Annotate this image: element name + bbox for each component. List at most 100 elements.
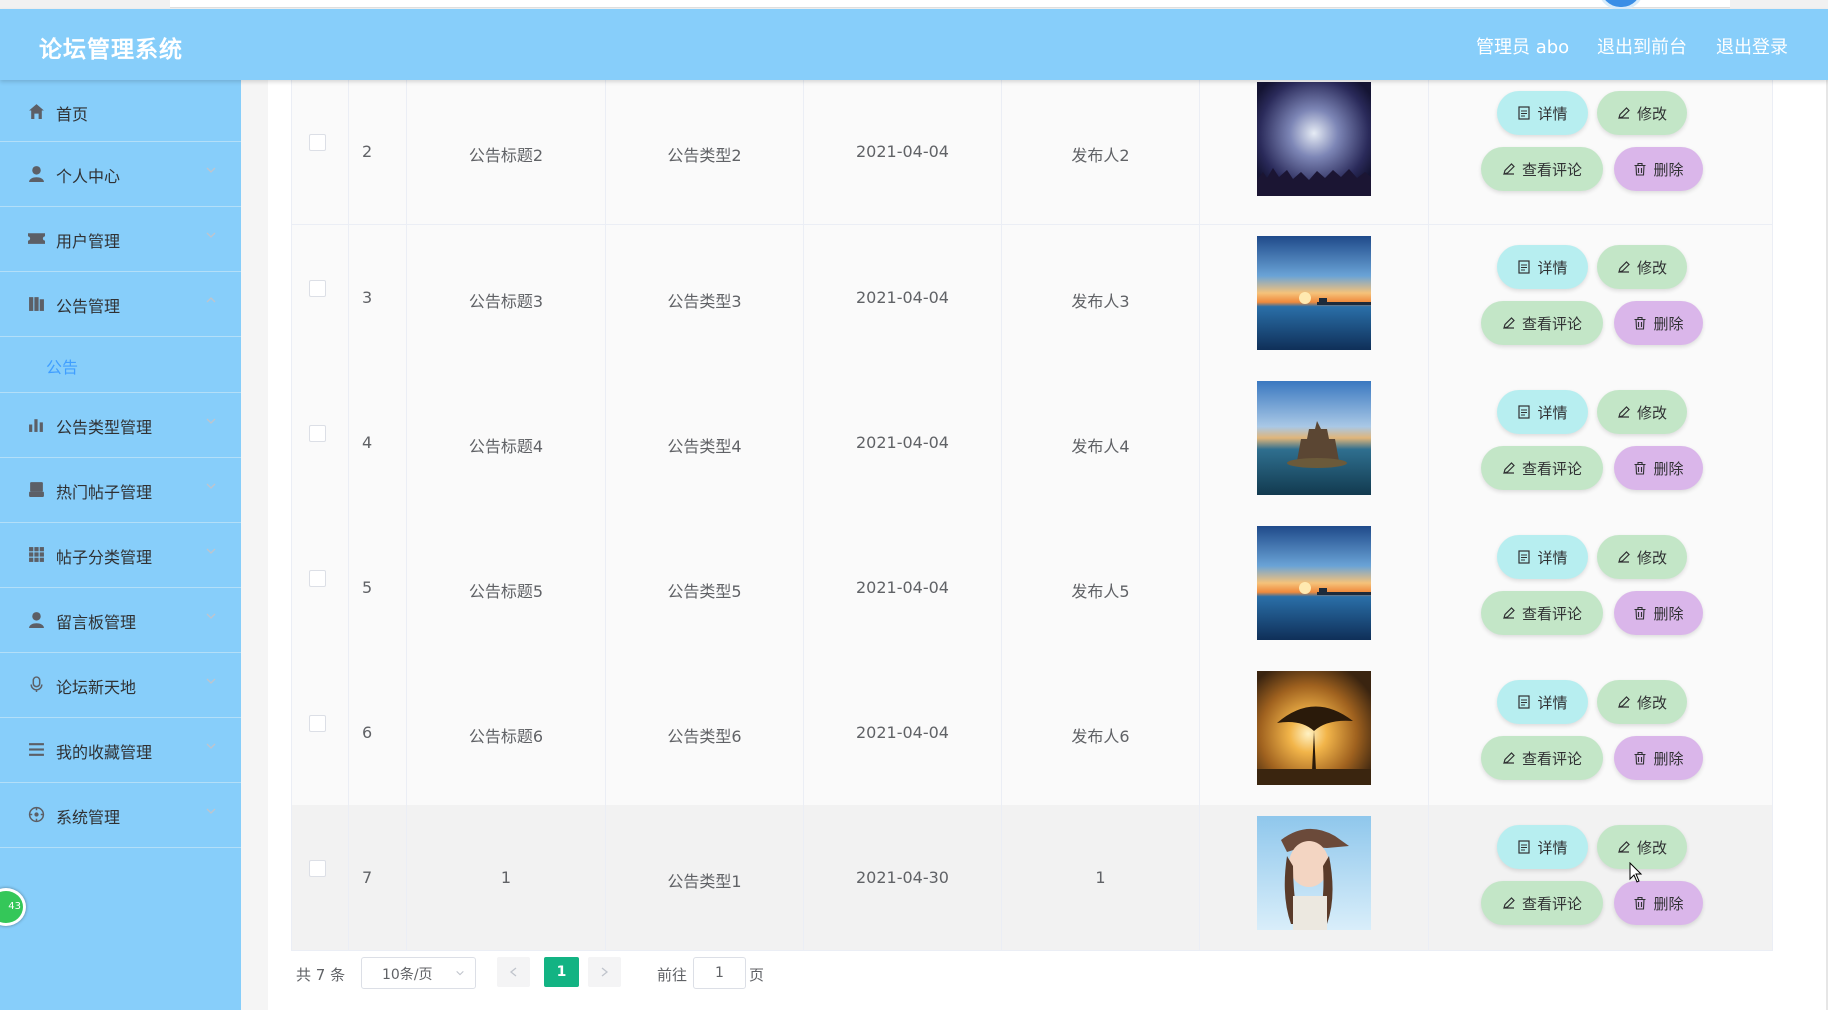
notice-title: 公告标题5 xyxy=(468,582,544,601)
sidebar-item-notice-type-management[interactable]: 公告类型管理 xyxy=(0,393,241,458)
sidebar-item-home[interactable]: 首页 xyxy=(0,80,241,142)
current-page-button[interactable]: 1 xyxy=(544,957,579,987)
detail-button[interactable]: 详情 xyxy=(1497,680,1588,724)
row-checkbox[interactable] xyxy=(309,280,326,297)
sidebar-item-my-favorites-management[interactable]: 我的收藏管理 xyxy=(0,718,241,783)
sidebar-item-user-management[interactable]: 用户管理 xyxy=(0,207,241,272)
row-checkbox[interactable] xyxy=(309,715,326,732)
page-size-select[interactable]: 10条/页 xyxy=(361,957,476,989)
goto-page-input[interactable]: 1 xyxy=(693,957,746,989)
row-checkbox[interactable] xyxy=(309,134,326,151)
view-comments-button[interactable]: 查看评论 xyxy=(1481,301,1603,345)
select-cell xyxy=(291,805,349,950)
pencil-icon xyxy=(1503,317,1515,329)
chevron-down-icon xyxy=(206,613,216,619)
detail-button[interactable]: 详情 xyxy=(1497,535,1588,579)
edit-button[interactable]: 修改 xyxy=(1597,680,1687,724)
chevron-down-icon xyxy=(206,808,216,814)
page-suffix-label: 页 xyxy=(749,966,765,984)
delete-button[interactable]: 删除 xyxy=(1614,147,1703,191)
sidebar-item-post-category-management[interactable]: 帖子分类管理 xyxy=(0,523,241,588)
notice-date: 2021-04-04 xyxy=(856,142,949,161)
exit-to-front-link[interactable]: 退出到前台 xyxy=(1597,33,1687,59)
document-icon xyxy=(1518,106,1531,120)
row-checkbox[interactable] xyxy=(309,860,326,877)
sidebar-item-label: 公告管理 xyxy=(56,297,121,316)
prev-page-button[interactable] xyxy=(497,957,530,987)
notice-thumbnail[interactable] xyxy=(1257,671,1371,785)
edit-button[interactable]: 修改 xyxy=(1597,535,1687,579)
detail-button[interactable]: 详情 xyxy=(1497,390,1588,434)
delete-button[interactable]: 删除 xyxy=(1614,446,1703,490)
notice-type: 公告类型5 xyxy=(667,582,742,601)
book-icon xyxy=(29,297,44,311)
sidebar-item-notice-management[interactable]: 公告管理 xyxy=(0,272,241,337)
detail-button[interactable]: 详情 xyxy=(1497,245,1588,289)
notice-title: 公告标题6 xyxy=(468,727,544,746)
chevron-down-icon xyxy=(206,548,216,554)
view-comments-button[interactable]: 查看评论 xyxy=(1481,591,1603,635)
person-icon xyxy=(29,612,44,628)
document-icon xyxy=(1518,695,1531,709)
sidebar-item-label: 个人中心 xyxy=(56,167,121,186)
notice-publisher: 发布人4 xyxy=(1071,437,1130,456)
grid-icon xyxy=(29,547,44,562)
edit-button-label: 修改 xyxy=(1636,548,1667,567)
date-cell: 2021-04-04 xyxy=(804,370,1002,515)
select-cell xyxy=(291,515,349,660)
notice-thumbnail[interactable] xyxy=(1257,816,1371,930)
notice-thumbnail[interactable] xyxy=(1257,236,1371,350)
pencil-icon xyxy=(1503,607,1515,619)
edit-button[interactable]: 修改 xyxy=(1597,91,1687,135)
app-logo: 论坛管理系统 xyxy=(39,37,183,63)
table-row: 6 公告标题6 公告类型6 2021-04-04 发布人6 详情 修改 查看评论 删除 xyxy=(291,660,1773,806)
notice-date: 2021-04-04 xyxy=(856,288,949,307)
sidebar-item-hot-posts-management[interactable]: 热门帖子管理 xyxy=(0,458,241,523)
browser-top-strip xyxy=(0,0,1828,10)
document-icon xyxy=(1518,260,1531,274)
sidebar-item-forum-world[interactable]: 论坛新天地 xyxy=(0,653,241,718)
view-comments-button[interactable]: 查看评论 xyxy=(1481,446,1603,490)
microphone-icon xyxy=(30,676,43,692)
pencil-icon xyxy=(1503,752,1515,764)
trash-icon xyxy=(1634,461,1646,475)
delete-button[interactable]: 删除 xyxy=(1614,591,1703,635)
delete-button-label: 删除 xyxy=(1653,314,1684,333)
edit-button[interactable]: 修改 xyxy=(1597,245,1687,289)
notice-thumbnail[interactable] xyxy=(1257,381,1371,495)
document-icon xyxy=(1518,550,1531,564)
view-comments-button[interactable]: 查看评论 xyxy=(1481,881,1603,925)
detail-button-label: 详情 xyxy=(1537,838,1568,857)
sidebar-item-personal-center[interactable]: 个人中心 xyxy=(0,142,241,207)
delete-button[interactable]: 删除 xyxy=(1614,881,1703,925)
view-comments-button[interactable]: 查看评论 xyxy=(1481,736,1603,780)
row-checkbox[interactable] xyxy=(309,425,326,442)
delete-button-label: 删除 xyxy=(1653,894,1684,913)
sidebar-subitem-notice[interactable]: 公告 xyxy=(0,337,241,393)
table-row: 4 公告标题4 公告类型4 2021-04-04 发布人4 详情 修改 查看评论 删除 xyxy=(291,370,1773,516)
next-page-button[interactable] xyxy=(588,957,621,987)
detail-button-label: 详情 xyxy=(1537,693,1568,712)
view-comments-label: 查看评论 xyxy=(1521,749,1582,768)
index-cell: 7 xyxy=(349,805,407,950)
sidebar-item-message-board-management[interactable]: 留言板管理 xyxy=(0,588,241,653)
publisher-cell: 发布人3 xyxy=(1002,225,1200,370)
logout-link[interactable]: 退出登录 xyxy=(1716,33,1788,59)
detail-button[interactable]: 详情 xyxy=(1497,91,1588,135)
sidebar-item-system-management[interactable]: 系统管理 xyxy=(0,783,241,848)
chevron-up-icon xyxy=(206,297,216,303)
notice-thumbnail[interactable] xyxy=(1257,526,1371,640)
view-comments-button[interactable]: 查看评论 xyxy=(1481,147,1603,191)
notice-thumbnail[interactable] xyxy=(1257,82,1371,196)
type-cell: 公告类型6 xyxy=(606,660,804,805)
delete-button[interactable]: 删除 xyxy=(1614,301,1703,345)
delete-button[interactable]: 删除 xyxy=(1614,736,1703,780)
row-index: 5 xyxy=(362,578,373,597)
sidebar-item-label: 我的收藏管理 xyxy=(56,743,153,762)
detail-button[interactable]: 详情 xyxy=(1497,825,1588,869)
chevron-down-icon xyxy=(456,970,464,976)
delete-button-label: 删除 xyxy=(1653,749,1684,768)
edit-button[interactable]: 修改 xyxy=(1597,390,1687,434)
row-checkbox[interactable] xyxy=(309,570,326,587)
sidebar-subitem-label: 公告 xyxy=(46,358,79,377)
